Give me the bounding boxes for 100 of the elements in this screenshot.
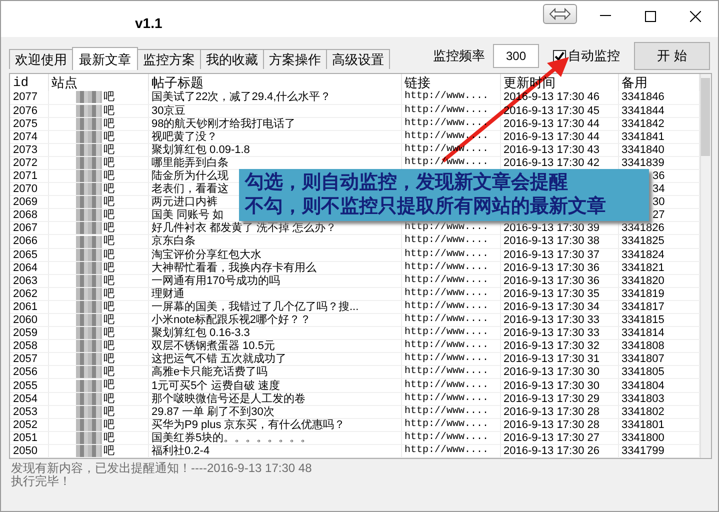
- pixelated-block: [76, 130, 102, 142]
- title-cell: 聚划算红包 0.09-1.8: [148, 143, 401, 156]
- title-cell: 30京豆: [148, 104, 401, 118]
- title-cell: 98的航天钞刚才给我打电话了: [148, 117, 401, 130]
- link-cell: http://www....: [401, 117, 500, 130]
- pixelated-block: [76, 222, 102, 234]
- title-cell: 高雅e卡只能充话费了吗: [148, 366, 401, 379]
- auto-monitor-label: 自动监控: [568, 47, 620, 66]
- pixelated-block: [76, 104, 102, 116]
- pixelated-block: [76, 327, 102, 339]
- pixelated-block: [76, 392, 102, 404]
- tab[interactable]: 高级设置: [326, 49, 390, 69]
- title-cell: 双层不锈钢煮蛋器 10.5元: [148, 340, 401, 353]
- site-text: 吧: [104, 91, 114, 103]
- column-header: 帖子标题: [148, 74, 401, 91]
- title-cell: 小米note标配跟乐视2哪个好？？: [148, 314, 401, 327]
- link-cell: http://www....: [401, 326, 500, 340]
- link-cell: http://www....: [401, 104, 500, 118]
- log-line: 发现有新内容，已发出提醒通知！----2016-9-13 17:30 48: [11, 462, 313, 475]
- id-cell: 2060: [10, 314, 48, 327]
- swap-button[interactable]: [543, 4, 577, 24]
- site-text: 吧: [104, 248, 114, 260]
- time-cell: 2016-9-13 17:30 31: [500, 352, 618, 366]
- tab[interactable]: 监控方案: [137, 49, 201, 69]
- backup-cell: 3341803: [618, 392, 699, 406]
- backup-cell: 3341820: [618, 274, 699, 288]
- pixelated-block: [76, 262, 102, 274]
- backup-cell: 3341805: [618, 366, 699, 379]
- pixelated-block: [76, 366, 102, 378]
- site-text: 吧: [104, 144, 114, 156]
- time-cell: 2016-9-13 17:30 38: [500, 234, 618, 248]
- site-text: 吧: [104, 156, 114, 168]
- scrollbar-thumb[interactable]: [701, 78, 710, 156]
- tab[interactable]: 我的收藏: [200, 49, 264, 69]
- close-icon: [690, 10, 701, 22]
- backup-cell: 3341844: [618, 104, 699, 118]
- time-cell: 2016-9-13 17:30 34: [500, 300, 618, 314]
- title-cell: 京东白条: [148, 234, 401, 248]
- id-cell: 2070: [10, 182, 48, 196]
- pixelated-block: [76, 432, 102, 444]
- id-cell: 2066: [10, 234, 48, 248]
- id-cell: 2059: [10, 326, 48, 340]
- link-cell: http://www....: [401, 392, 500, 406]
- title-cell: 国美红券5块的。。。。。。。。: [148, 431, 401, 444]
- tab[interactable]: 欢迎使用: [9, 49, 73, 69]
- pixelated-block: [76, 340, 102, 352]
- id-cell: 2072: [10, 156, 48, 170]
- site-text: 吧: [104, 170, 114, 182]
- id-cell: 2051: [10, 431, 48, 444]
- pixelated-block: [76, 144, 102, 156]
- time-cell: 2016-9-13 17:30 43: [500, 143, 618, 156]
- site-text: 吧: [104, 222, 114, 234]
- log-line: 执行完毕！: [11, 475, 72, 488]
- column-header: 备用: [618, 74, 699, 91]
- link-cell: http://www....: [401, 340, 500, 353]
- frequency-field[interactable]: 300: [493, 44, 539, 68]
- tab[interactable]: 方案操作: [263, 49, 327, 69]
- backup-cell: 3341807: [618, 352, 699, 366]
- title-cell: 福利社0.2-4: [148, 444, 401, 458]
- title-cell: 聚划算红包 0.16-3.3: [148, 326, 401, 340]
- link-cell: http://www....: [401, 314, 500, 327]
- id-cell: 2075: [10, 117, 48, 130]
- minimize-icon: [600, 15, 611, 17]
- time-cell: 2016-9-13 17:30 29: [500, 392, 618, 406]
- site-text: 吧: [104, 130, 114, 142]
- title-cell: 这把运气不错 五次就成功了: [148, 352, 401, 366]
- time-cell: 2016-9-13 17:30 45: [500, 104, 618, 118]
- backup-cell: 3341800: [618, 431, 699, 444]
- backup-cell: 3341842: [618, 117, 699, 130]
- frequency-label: 监控频率: [433, 47, 485, 66]
- id-cell: 2069: [10, 196, 48, 209]
- tab[interactable]: 最新文章: [72, 47, 138, 70]
- id-cell: 2077: [10, 91, 48, 104]
- id-cell: 2055: [10, 378, 48, 392]
- time-cell: 2016-9-13 17:30 44: [500, 130, 618, 144]
- id-cell: 2063: [10, 274, 48, 288]
- title-cell: 淘宝评价分享红包大水: [148, 248, 401, 262]
- pixelated-block: [76, 170, 102, 182]
- title-cell: 29.87 一单 刷了不到30次: [148, 405, 401, 418]
- backup-cell: 3341799: [618, 444, 699, 458]
- backup-cell: 3341824: [618, 248, 699, 262]
- backup-cell: 3341801: [618, 418, 699, 432]
- backup-cell: 3341817: [618, 300, 699, 314]
- backup-cell: 3341841: [618, 130, 699, 144]
- site-text: 吧: [104, 406, 114, 418]
- scrollbar[interactable]: [700, 74, 711, 458]
- time-cell: 2016-9-13 17:30 33: [500, 326, 618, 340]
- id-cell: 2057: [10, 352, 48, 366]
- site-text: 吧: [104, 340, 114, 352]
- pixelated-block: [76, 288, 102, 300]
- backup-cell: 3341808: [618, 340, 699, 353]
- id-cell: 2058: [10, 340, 48, 353]
- time-cell: 2016-9-13 17:30 36: [500, 274, 618, 288]
- id-cell: 2056: [10, 366, 48, 379]
- time-cell: 2016-9-13 17:30 26: [500, 444, 618, 458]
- site-text: 吧: [104, 418, 114, 430]
- pixelated-block: [76, 209, 102, 221]
- pixelated-block: [76, 406, 102, 418]
- start-button[interactable]: 开 始: [634, 42, 710, 70]
- id-cell: 2052: [10, 418, 48, 432]
